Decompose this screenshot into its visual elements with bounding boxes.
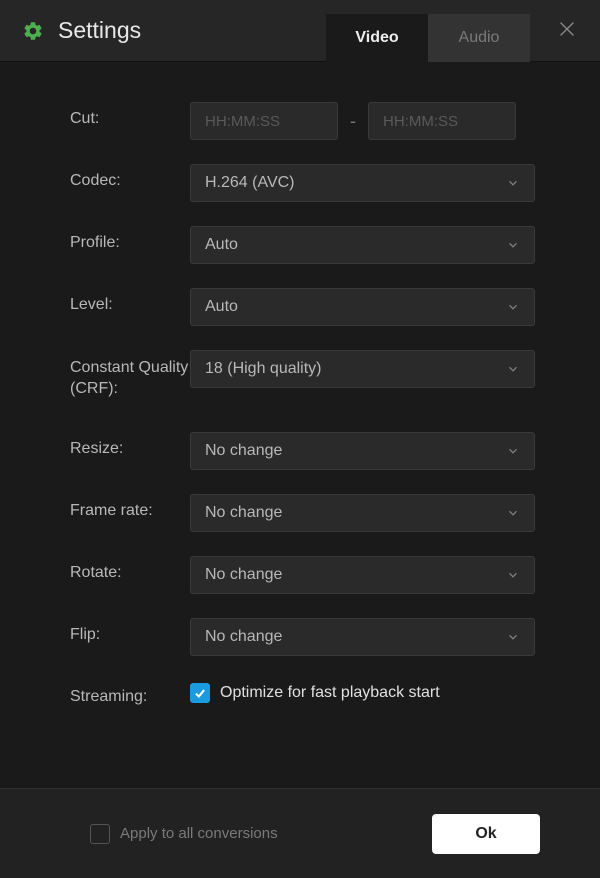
- tabs: Video Audio: [326, 0, 530, 62]
- crf-label: Constant Quality (CRF):: [70, 350, 190, 400]
- streaming-checkbox[interactable]: [190, 683, 210, 703]
- framerate-label: Frame rate:: [70, 494, 190, 520]
- tab-audio[interactable]: Audio: [428, 14, 530, 62]
- settings-title: Settings: [58, 17, 141, 44]
- chevron-down-icon: [506, 506, 520, 520]
- cut-label: Cut:: [70, 102, 190, 128]
- profile-value: Auto: [205, 236, 238, 254]
- apply-all-checkbox[interactable]: [90, 824, 110, 844]
- chevron-down-icon: [506, 176, 520, 190]
- flip-value: No change: [205, 628, 282, 646]
- resize-label: Resize:: [70, 432, 190, 458]
- resize-select[interactable]: No change: [190, 432, 535, 470]
- codec-value: H.264 (AVC): [205, 174, 295, 192]
- rotate-label: Rotate:: [70, 556, 190, 582]
- crf-value: 18 (High quality): [205, 360, 322, 378]
- footer: Apply to all conversions Ok: [0, 788, 600, 878]
- header: Settings Video Audio: [0, 0, 600, 62]
- profile-select[interactable]: Auto: [190, 226, 535, 264]
- crf-select[interactable]: 18 (High quality): [190, 350, 535, 388]
- streaming-label: Streaming:: [70, 680, 190, 706]
- chevron-down-icon: [506, 238, 520, 252]
- chevron-down-icon: [506, 362, 520, 376]
- cut-end-input[interactable]: [368, 102, 516, 140]
- cut-separator: -: [350, 111, 356, 132]
- codec-label: Codec:: [70, 164, 190, 190]
- tab-video[interactable]: Video: [326, 14, 428, 62]
- chevron-down-icon: [506, 444, 520, 458]
- level-label: Level:: [70, 288, 190, 314]
- apply-all-label: Apply to all conversions: [120, 825, 278, 842]
- settings-content: Cut: - Codec: H.264 (AVC) Profile: Auto: [0, 62, 600, 750]
- chevron-down-icon: [506, 300, 520, 314]
- gear-icon: [22, 20, 44, 42]
- codec-select[interactable]: H.264 (AVC): [190, 164, 535, 202]
- chevron-down-icon: [506, 568, 520, 582]
- close-button[interactable]: [556, 18, 578, 45]
- chevron-down-icon: [506, 630, 520, 644]
- framerate-select[interactable]: No change: [190, 494, 535, 532]
- ok-button[interactable]: Ok: [432, 814, 540, 854]
- cut-start-input[interactable]: [190, 102, 338, 140]
- profile-label: Profile:: [70, 226, 190, 252]
- framerate-value: No change: [205, 504, 282, 522]
- flip-label: Flip:: [70, 618, 190, 644]
- streaming-check-label: Optimize for fast playback start: [220, 684, 440, 702]
- resize-value: No change: [205, 442, 282, 460]
- flip-select[interactable]: No change: [190, 618, 535, 656]
- rotate-value: No change: [205, 566, 282, 584]
- level-value: Auto: [205, 298, 238, 316]
- level-select[interactable]: Auto: [190, 288, 535, 326]
- rotate-select[interactable]: No change: [190, 556, 535, 594]
